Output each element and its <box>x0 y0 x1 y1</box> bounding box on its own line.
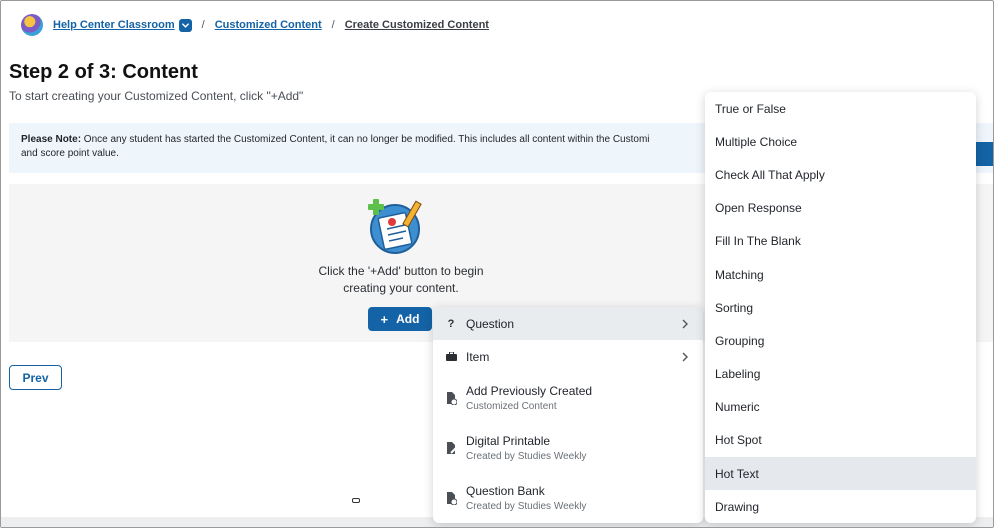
note-text: Once any student has started the Customi… <box>81 134 650 145</box>
page-subtitle: To start creating your Customized Conten… <box>9 89 304 103</box>
plus-icon: + <box>380 311 389 327</box>
add-menu: ? Question Item Add Previously Created C… <box>433 307 703 523</box>
file-clock-icon <box>445 391 457 405</box>
question-type-item[interactable]: Check All That Apply <box>705 158 976 191</box>
empty-state-line2: creating your content. <box>343 281 459 295</box>
file-clock-icon <box>445 491 457 505</box>
question-type-item[interactable]: Sorting <box>705 291 976 324</box>
question-type-menu: True or False Multiple Choice Check All … <box>705 92 976 523</box>
add-menu-item-sub: Created by Studies Weekly <box>466 451 587 462</box>
classroom-dropdown-button[interactable] <box>178 18 192 32</box>
empty-state-line1: Click the '+Add' button to begin <box>318 264 484 278</box>
question-type-item[interactable]: Multiple Choice <box>705 125 976 158</box>
resize-handle-icon <box>352 498 360 503</box>
question-type-item-selected[interactable]: Hot Text <box>705 457 976 491</box>
add-button[interactable]: + Add <box>368 307 432 331</box>
question-type-item[interactable]: True or False <box>705 92 976 125</box>
prev-button[interactable]: Prev <box>9 365 62 390</box>
breadcrumb-section-link[interactable]: Customized Content <box>215 19 322 31</box>
breadcrumb-separator: / <box>201 19 205 31</box>
school-logo-icon <box>21 14 43 36</box>
app-frame: Help Center Classroom / Customized Conte… <box>0 0 994 528</box>
question-icon: ? <box>447 317 455 330</box>
add-menu-item-question-bank[interactable]: Question Bank Created by Studies Weekly <box>433 473 703 523</box>
breadcrumb: Help Center Classroom / Customized Conte… <box>21 13 489 37</box>
add-menu-item-label: Item <box>466 349 490 364</box>
empty-state-text: Click the '+Add' button to begin creatin… <box>285 263 517 297</box>
briefcase-icon <box>445 352 457 361</box>
add-menu-item-label: Digital Printable <box>466 434 551 448</box>
add-menu-item-label: Question Bank <box>466 484 545 498</box>
file-edit-icon <box>445 441 457 455</box>
add-menu-item-question[interactable]: ? Question <box>433 307 703 340</box>
question-type-item[interactable]: Numeric <box>705 391 976 424</box>
question-type-item[interactable]: Drawing <box>705 490 976 523</box>
add-menu-item-label: Question <box>466 316 515 331</box>
partially-hidden-button[interactable] <box>976 142 993 166</box>
note-label: Please Note: <box>21 134 82 145</box>
breadcrumb-current: Create Customized Content <box>344 19 489 31</box>
question-type-item[interactable]: Matching <box>705 258 976 291</box>
page-title: Step 2 of 3: Content <box>9 61 198 83</box>
add-menu-item-item[interactable]: Item <box>433 340 703 373</box>
breadcrumb-separator: / <box>331 19 335 31</box>
question-type-item[interactable]: Hot Spot <box>705 424 976 457</box>
worksheet-illustration-icon <box>368 199 422 254</box>
add-button-label: Add <box>396 312 420 326</box>
add-menu-item-add-previously-created[interactable]: Add Previously Created Customized Conten… <box>433 373 703 423</box>
chevron-down-icon <box>181 22 189 28</box>
question-type-item[interactable]: Fill In The Blank <box>705 225 976 258</box>
question-type-item[interactable]: Labeling <box>705 358 976 391</box>
breadcrumb-classroom-link[interactable]: Help Center Classroom <box>53 19 175 31</box>
add-menu-item-digital-printable[interactable]: Digital Printable Created by Studies Wee… <box>433 423 703 473</box>
question-type-item[interactable]: Open Response <box>705 192 976 225</box>
chevron-right-icon <box>682 352 688 361</box>
add-menu-item-label: Add Previously Created <box>466 384 593 398</box>
add-menu-item-sub: Created by Studies Weekly <box>466 501 587 512</box>
question-type-item[interactable]: Grouping <box>705 324 976 357</box>
add-menu-item-sub: Customized Content <box>466 401 557 412</box>
chevron-right-icon <box>682 319 688 328</box>
